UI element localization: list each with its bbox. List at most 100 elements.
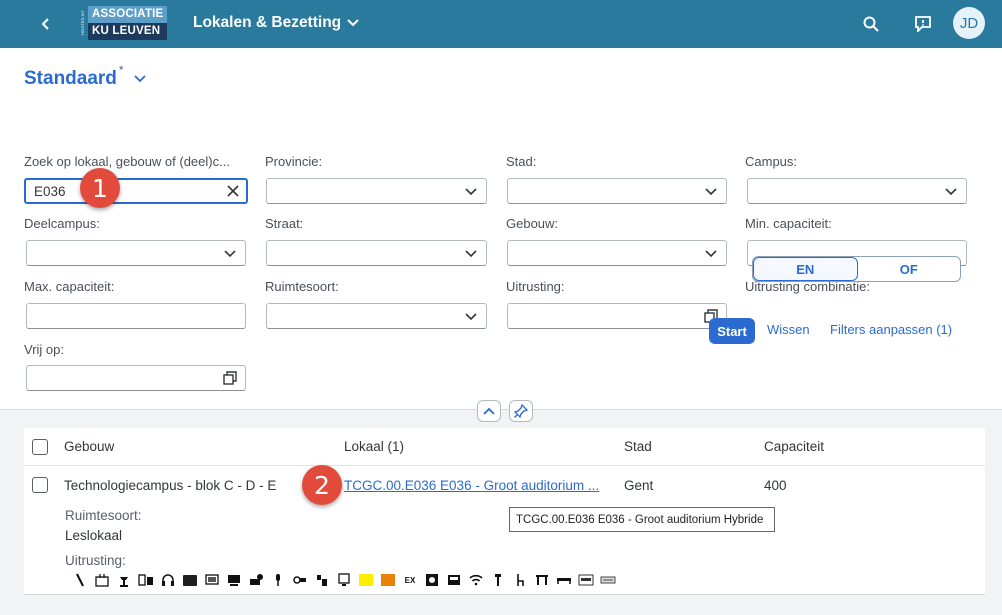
gebouw-label: Gebouw: xyxy=(506,216,559,231)
ruimtesoort-value: Leslokaal xyxy=(65,528,123,543)
lectern-icon xyxy=(116,573,132,587)
table-icon xyxy=(534,573,550,587)
clear-icon[interactable] xyxy=(226,184,240,198)
audio-icon xyxy=(138,573,154,587)
uitrusting-label: Uitrusting: xyxy=(506,279,565,294)
chevron-down-icon xyxy=(464,247,478,261)
screen-icon xyxy=(182,573,198,587)
row-capaciteit: 400 xyxy=(764,478,787,493)
chevron-left-icon xyxy=(41,18,49,30)
filters-aanpassen-button[interactable]: Filters aanpassen (1) xyxy=(830,322,952,337)
col-gebouw-header[interactable]: Gebouw xyxy=(64,439,114,454)
monitor-icon xyxy=(226,573,242,587)
start-button[interactable]: Start xyxy=(709,318,755,344)
back-button[interactable] xyxy=(34,12,58,36)
shell-header: HOSTED BY ASSOCIATIE KU LEUVEN Lokalen &… xyxy=(0,0,1002,48)
header-toggle-group xyxy=(477,400,533,422)
logo-side-text: HOSTED BY xyxy=(80,10,85,36)
orange-square-icon xyxy=(380,573,396,587)
table-header: Gebouw Lokaal (1) Stad Capaciteit xyxy=(24,428,985,466)
wissen-button[interactable]: Wissen xyxy=(767,322,810,337)
ku-leuven-logo[interactable]: HOSTED BY ASSOCIATIE KU LEUVEN xyxy=(80,6,168,40)
variant-name: Standaard xyxy=(24,68,117,89)
segment-of-button[interactable]: OF xyxy=(858,257,961,281)
pointer-icon xyxy=(72,573,88,587)
socket-icon xyxy=(94,573,110,587)
logo-top-text: ASSOCIATIE xyxy=(88,6,168,23)
search-button[interactable] xyxy=(859,12,883,36)
variant-selector[interactable]: Standaard * xyxy=(24,63,146,90)
chevron-down-icon xyxy=(704,185,718,199)
chevron-down-icon xyxy=(347,19,359,27)
col-stad-header[interactable]: Stad xyxy=(624,439,652,454)
row-checkbox[interactable] xyxy=(32,477,48,493)
keyboard-icon xyxy=(600,573,616,587)
bench-icon xyxy=(556,573,572,587)
straat-select[interactable] xyxy=(266,240,487,266)
ruimtesoort-select[interactable] xyxy=(266,303,487,329)
chevron-down-icon xyxy=(464,310,478,324)
segment-en-button[interactable]: EN xyxy=(753,257,858,281)
chevron-up-icon xyxy=(483,407,495,415)
headset-icon xyxy=(160,573,176,587)
label-icon xyxy=(578,573,594,587)
max-capaciteit-label: Max. capaciteit: xyxy=(24,279,115,294)
step-marker-1: 1 xyxy=(80,168,120,208)
row-stad: Gent xyxy=(624,478,654,493)
min-capaciteit-label: Min. capaciteit: xyxy=(745,216,832,231)
col-lokaal-header[interactable]: Lokaal (1) xyxy=(344,439,404,454)
row-gebouw: Technologiecampus - blok C - D - E xyxy=(64,478,277,493)
uitrusting-sublabel: Uitrusting: xyxy=(65,553,126,568)
chevron-down-icon xyxy=(223,247,237,261)
provincie-select[interactable] xyxy=(266,178,487,204)
row-lokaal-link[interactable]: TCGC.00.E036 E036 - Groot auditorium ... xyxy=(344,478,599,493)
feedback-icon xyxy=(915,16,931,32)
ex-icon: EX xyxy=(404,575,416,585)
wifi-icon xyxy=(468,573,484,587)
desk-icon xyxy=(490,573,506,587)
chevron-down-icon xyxy=(464,185,478,199)
max-capaciteit-input[interactable] xyxy=(26,303,246,329)
stad-label: Stad: xyxy=(506,154,537,169)
ruimtesoort-sublabel: Ruimtesoort: xyxy=(65,508,142,523)
vrij-op-input[interactable] xyxy=(26,365,246,391)
results-table: Gebouw Lokaal (1) Stad Capaciteit Techno… xyxy=(24,428,985,595)
search-icon xyxy=(863,16,879,32)
chevron-down-icon xyxy=(704,247,718,261)
pin-icon xyxy=(514,404,528,418)
uitrusting-combinatie-toggle: EN OF xyxy=(752,256,961,282)
app-title: Lokalen & Bezetting xyxy=(193,14,342,31)
filter-bar xyxy=(0,48,1002,410)
uitrusting-input[interactable] xyxy=(507,303,727,329)
vrij-op-label: Vrij op: xyxy=(24,342,64,357)
search-value: E036 xyxy=(34,184,66,199)
provincie-label: Provincie: xyxy=(265,154,323,169)
select-all-checkbox[interactable] xyxy=(32,439,48,455)
variant-modified-mark: * xyxy=(118,63,124,77)
printer-icon xyxy=(336,573,352,587)
remote-icon xyxy=(314,573,330,587)
campus-select[interactable] xyxy=(747,178,967,204)
pin-header-button[interactable] xyxy=(509,400,533,422)
tv-icon xyxy=(446,573,462,587)
avatar[interactable]: JD xyxy=(953,7,985,39)
campus-label: Campus: xyxy=(745,154,798,169)
microphone-icon xyxy=(270,573,286,587)
straat-label: Straat: xyxy=(265,216,304,231)
ruimtesoort-label: Ruimtesoort: xyxy=(265,279,339,294)
value-help-icon[interactable] xyxy=(223,371,237,385)
app-title-menu[interactable]: Lokalen & Bezetting xyxy=(193,14,359,32)
connector-icon xyxy=(292,573,308,587)
stad-select[interactable] xyxy=(507,178,727,204)
deelcampus-label: Deelcampus: xyxy=(24,216,100,231)
logo-bottom-text: KU LEUVEN xyxy=(88,23,168,40)
step-marker-2: 2 xyxy=(302,465,342,505)
col-capaciteit-header[interactable]: Capaciteit xyxy=(764,439,824,454)
collapse-header-button[interactable] xyxy=(477,400,501,422)
search-input[interactable]: E036 xyxy=(24,178,248,204)
display-icon xyxy=(204,573,220,587)
search-label: Zoek op lokaal, gebouw of (deel)c... xyxy=(24,154,230,169)
gebouw-select[interactable] xyxy=(507,240,727,266)
deelcampus-select[interactable] xyxy=(26,240,246,266)
feedback-button[interactable] xyxy=(911,12,935,36)
